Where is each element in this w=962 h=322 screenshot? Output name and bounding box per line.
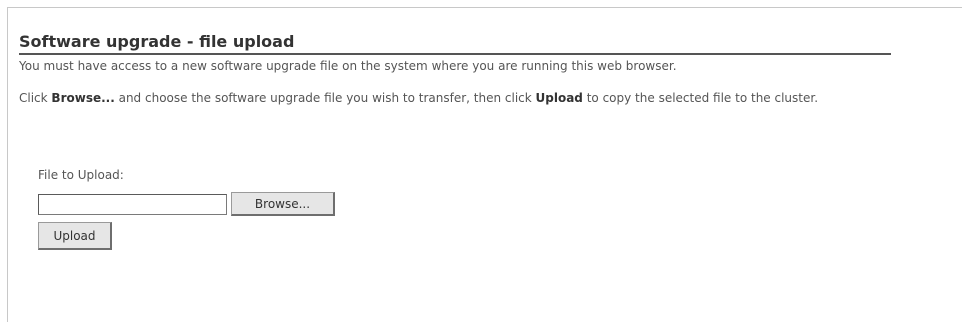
file-picker-row: Browse... <box>38 192 335 216</box>
upload-button[interactable]: Upload <box>38 222 112 250</box>
file-to-upload-label: File to Upload: <box>38 168 124 182</box>
browse-button[interactable]: Browse... <box>231 192 335 216</box>
intro-text: You must have access to a new software u… <box>19 59 677 73</box>
instructions-part-1: Click <box>19 91 52 105</box>
instructions-part-2: and choose the software upgrade file you… <box>114 91 536 105</box>
instructions-part-3: to copy the selected file to the cluster… <box>582 91 819 105</box>
instructions-text: Click Browse... and choose the software … <box>19 90 891 106</box>
upload-keyword: Upload <box>535 91 583 105</box>
page-content: Software upgrade - file upload You must … <box>19 32 891 106</box>
upload-form: File to Upload: Browse... Upload <box>38 168 335 250</box>
file-path-input[interactable] <box>38 193 227 215</box>
page-title: Software upgrade - file upload <box>19 32 891 55</box>
browse-keyword: Browse... <box>51 91 115 105</box>
